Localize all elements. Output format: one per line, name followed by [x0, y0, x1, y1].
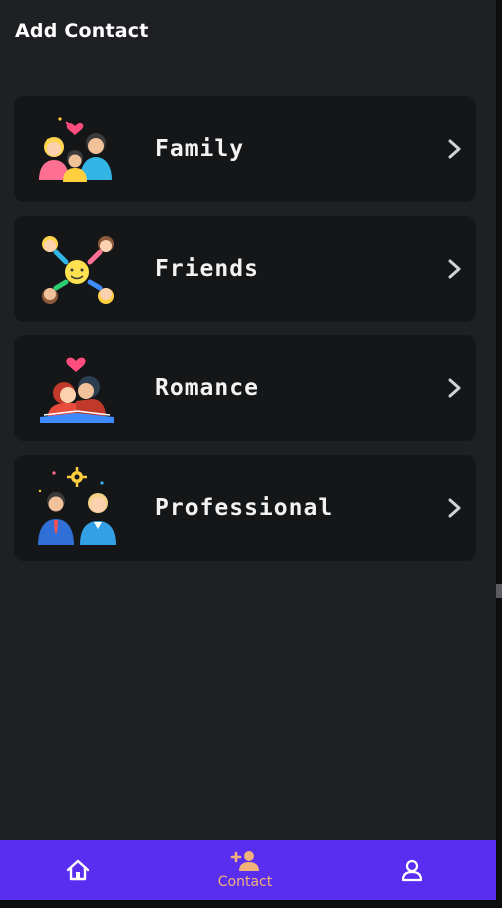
chevron-right-icon	[448, 139, 461, 159]
friends-illustration-icon	[42, 236, 114, 304]
window-bottom-edge	[0, 900, 502, 908]
category-label: Romance	[155, 375, 259, 401]
nav-contact[interactable]: Contact	[205, 840, 285, 900]
bottom-navigation: Contact	[0, 840, 496, 900]
chevron-right-icon	[448, 378, 461, 398]
add-contact-icon	[230, 851, 259, 871]
category-romance[interactable]: Romance	[14, 335, 476, 441]
category-family[interactable]: Family	[14, 96, 476, 202]
app-screen: Add Contact Family Friends Romance Profe…	[0, 0, 496, 908]
user-icon	[401, 859, 423, 882]
chevron-right-icon	[448, 498, 461, 518]
category-label: Professional	[155, 495, 334, 521]
nav-contact-label: Contact	[217, 874, 273, 890]
category-label: Friends	[155, 256, 259, 282]
romance-illustration-icon	[40, 357, 114, 423]
window-edge	[496, 0, 502, 908]
family-illustration-icon	[39, 117, 112, 182]
category-label: Family	[155, 136, 245, 162]
home-icon	[66, 859, 90, 881]
category-professional[interactable]: Professional	[14, 455, 476, 561]
category-friends[interactable]: Friends	[14, 216, 476, 322]
professional-illustration-icon	[38, 467, 116, 545]
page-title: Add Contact	[15, 20, 149, 42]
nav-profile[interactable]	[382, 840, 442, 900]
chevron-right-icon	[448, 259, 461, 279]
nav-home[interactable]	[48, 840, 108, 900]
